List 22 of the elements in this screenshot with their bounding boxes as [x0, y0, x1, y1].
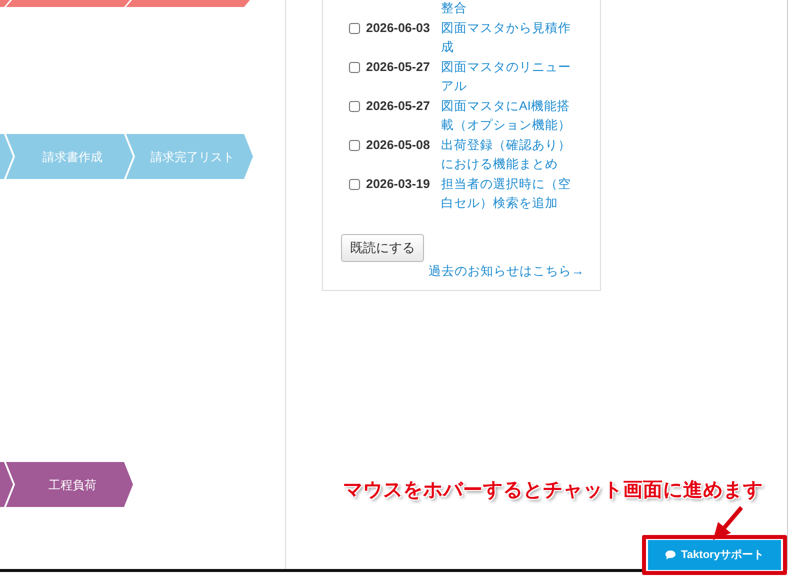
- checkbox[interactable]: [349, 179, 360, 190]
- mark-read-button[interactable]: 既読にする: [341, 234, 424, 262]
- news-link[interactable]: 図面マスタから見積作成: [441, 19, 572, 57]
- news-date: 2026-05-27: [366, 59, 431, 76]
- process-step[interactable]: 工程負荷: [6, 462, 133, 507]
- news-link[interactable]: 図面マスタのリニューアル: [441, 58, 572, 96]
- support-button[interactable]: Taktoryサポート: [648, 540, 781, 570]
- checkbox[interactable]: [349, 23, 360, 34]
- news-date: 2026-03-19: [366, 176, 431, 193]
- annotation-text: マウスをホバーするとチャット画面に進めます: [343, 478, 763, 503]
- news-date: 2026-05-27: [366, 98, 431, 115]
- checkbox[interactable]: [349, 101, 360, 112]
- chat-bubble-icon: [665, 550, 676, 560]
- checkbox[interactable]: [349, 140, 360, 151]
- news-link[interactable]: 整合: [441, 0, 572, 18]
- news-link[interactable]: 担当者の選択時に（空白セル）検索を追加: [441, 175, 572, 213]
- news-link[interactable]: 図面マスタにAI機能搭載（オプション機能）: [441, 97, 572, 135]
- news-date: 2026-05-08: [366, 137, 431, 154]
- news-date: 2026-06-03: [366, 20, 431, 37]
- archive-link[interactable]: 過去のお知らせはこちら→: [428, 264, 584, 278]
- checkbox[interactable]: [349, 62, 360, 73]
- news-link[interactable]: 出荷登録（確認あり）における機能まとめ: [441, 136, 572, 174]
